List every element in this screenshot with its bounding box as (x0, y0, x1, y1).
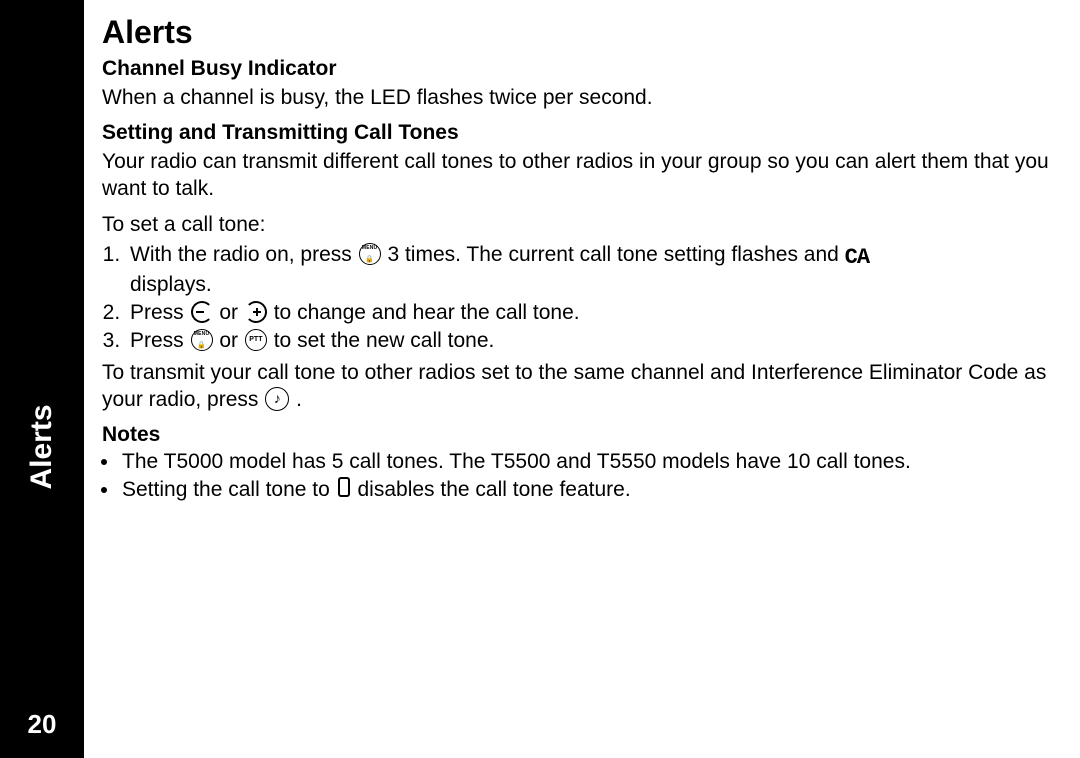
subheading-call-tones: Setting and Transmitting Call Tones (102, 121, 1050, 145)
call-tone-button-icon: ♪ (265, 387, 289, 411)
notes-list: The T5000 model has 5 call tones. The T5… (102, 449, 1050, 504)
plus-button-icon (245, 301, 267, 323)
text: Press (130, 301, 190, 324)
text: Setting the call tone to (122, 478, 336, 501)
paragraph: Your radio can transmit different call t… (102, 149, 1050, 202)
list-item: With the radio on, press MENU 🔒 3 times.… (126, 242, 1050, 298)
list-lead: To set a call tone: (102, 212, 1050, 238)
manual-page: Alerts 20 Alerts Channel Busy Indicator … (0, 0, 1080, 758)
menu-button-icon: MENU 🔒 (191, 329, 213, 351)
list-item: The T5000 model has 5 call tones. The T5… (120, 449, 1050, 475)
list-item: Setting the call tone to disables the ca… (120, 477, 1050, 503)
display-zero-icon (338, 477, 350, 497)
display-ca-icon: CA (845, 244, 869, 272)
text: With the radio on, press (130, 243, 358, 266)
steps-list: With the radio on, press MENU 🔒 3 times.… (102, 242, 1050, 354)
list-item: Press MENU 🔒 or PTT to set the new call … (126, 328, 1050, 354)
text: or (219, 329, 244, 352)
paragraph: To transmit your call tone to other radi… (102, 360, 1050, 413)
text: to change and hear the call tone. (274, 301, 580, 324)
text: 3 times. The current call tone setting f… (387, 243, 844, 266)
ptt-button-icon: PTT (245, 329, 267, 351)
page-number: 20 (28, 709, 57, 740)
sidebar: Alerts 20 (0, 0, 84, 758)
text: to set the new call tone. (274, 329, 495, 352)
sidebar-section-label: Alerts (25, 404, 59, 489)
text: . (296, 388, 302, 411)
subheading-notes: Notes (102, 423, 1050, 447)
text: disables the call tone feature. (357, 478, 630, 501)
menu-button-icon: MENU 🔒 (359, 243, 381, 265)
minus-button-icon (191, 301, 213, 323)
page-title: Alerts (102, 14, 1050, 51)
text: or (219, 301, 244, 324)
text: To transmit your call tone to other radi… (102, 361, 1046, 410)
text: Press (130, 329, 190, 352)
text: displays. (130, 272, 1050, 298)
paragraph: When a channel is busy, the LED flashes … (102, 85, 1050, 111)
content-area: Alerts Channel Busy Indicator When a cha… (84, 0, 1080, 758)
subheading-channel-busy: Channel Busy Indicator (102, 57, 1050, 81)
list-item: Press or to change and hear the call ton… (126, 300, 1050, 326)
